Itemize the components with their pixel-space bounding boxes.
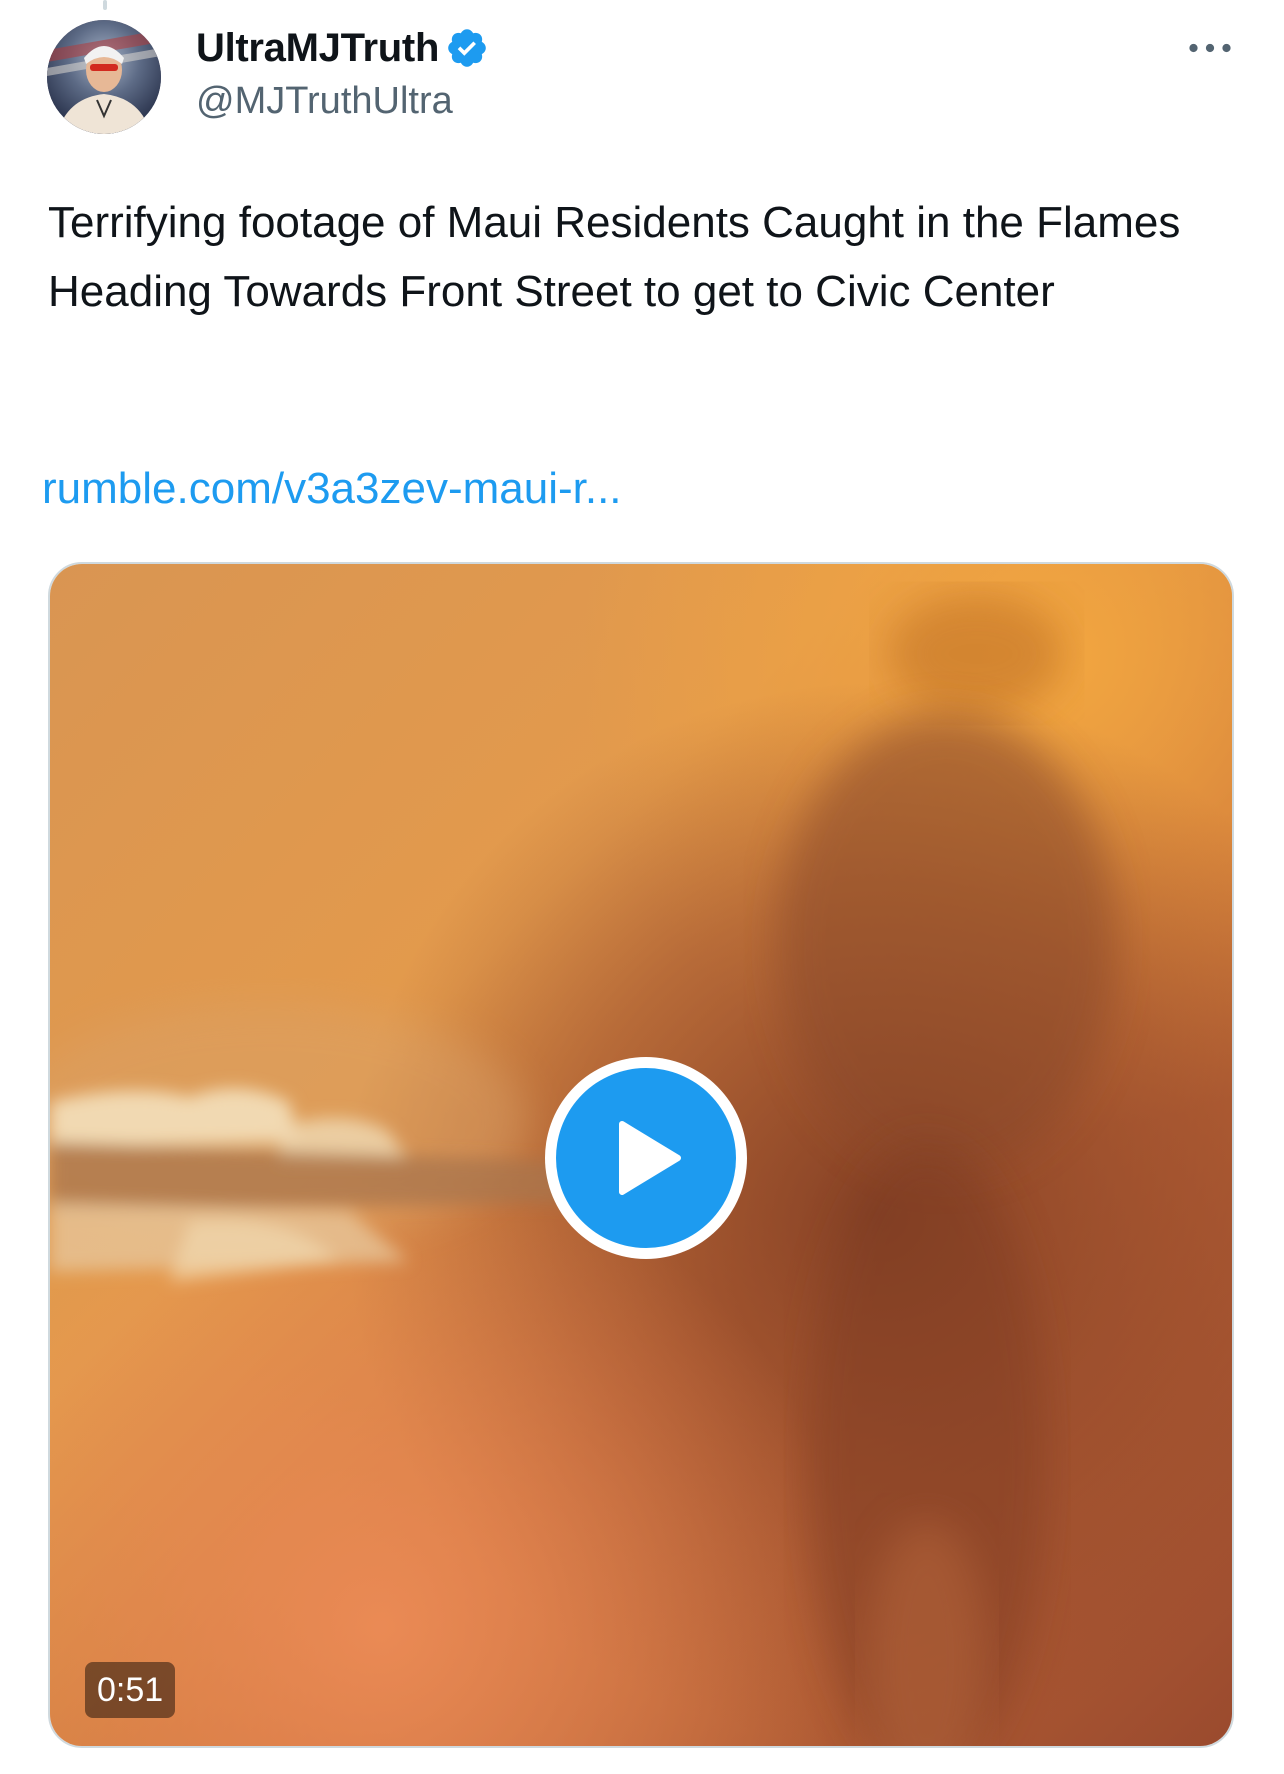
avatar-image [47, 20, 161, 134]
more-options-button[interactable] [1186, 30, 1234, 66]
author-name-row[interactable]: UltraMJTruth [196, 22, 489, 74]
ellipsis-icon [1189, 43, 1231, 53]
tweet-link[interactable]: rumble.com/v3a3zev-maui-r... [42, 464, 622, 514]
author-handle[interactable]: @MJTruthUltra [196, 80, 453, 123]
verified-badge-icon [445, 26, 489, 70]
play-button[interactable] [545, 1057, 747, 1259]
author-display-name[interactable]: UltraMJTruth [196, 26, 439, 71]
avatar[interactable] [47, 20, 161, 134]
tweet-text: Terrifying footage of Maui Residents Cau… [48, 198, 1181, 316]
video-player[interactable]: 0:51 [48, 562, 1234, 1748]
play-icon [619, 1121, 681, 1195]
thread-connector-line [103, 0, 107, 10]
video-duration-badge: 0:51 [85, 1662, 176, 1718]
